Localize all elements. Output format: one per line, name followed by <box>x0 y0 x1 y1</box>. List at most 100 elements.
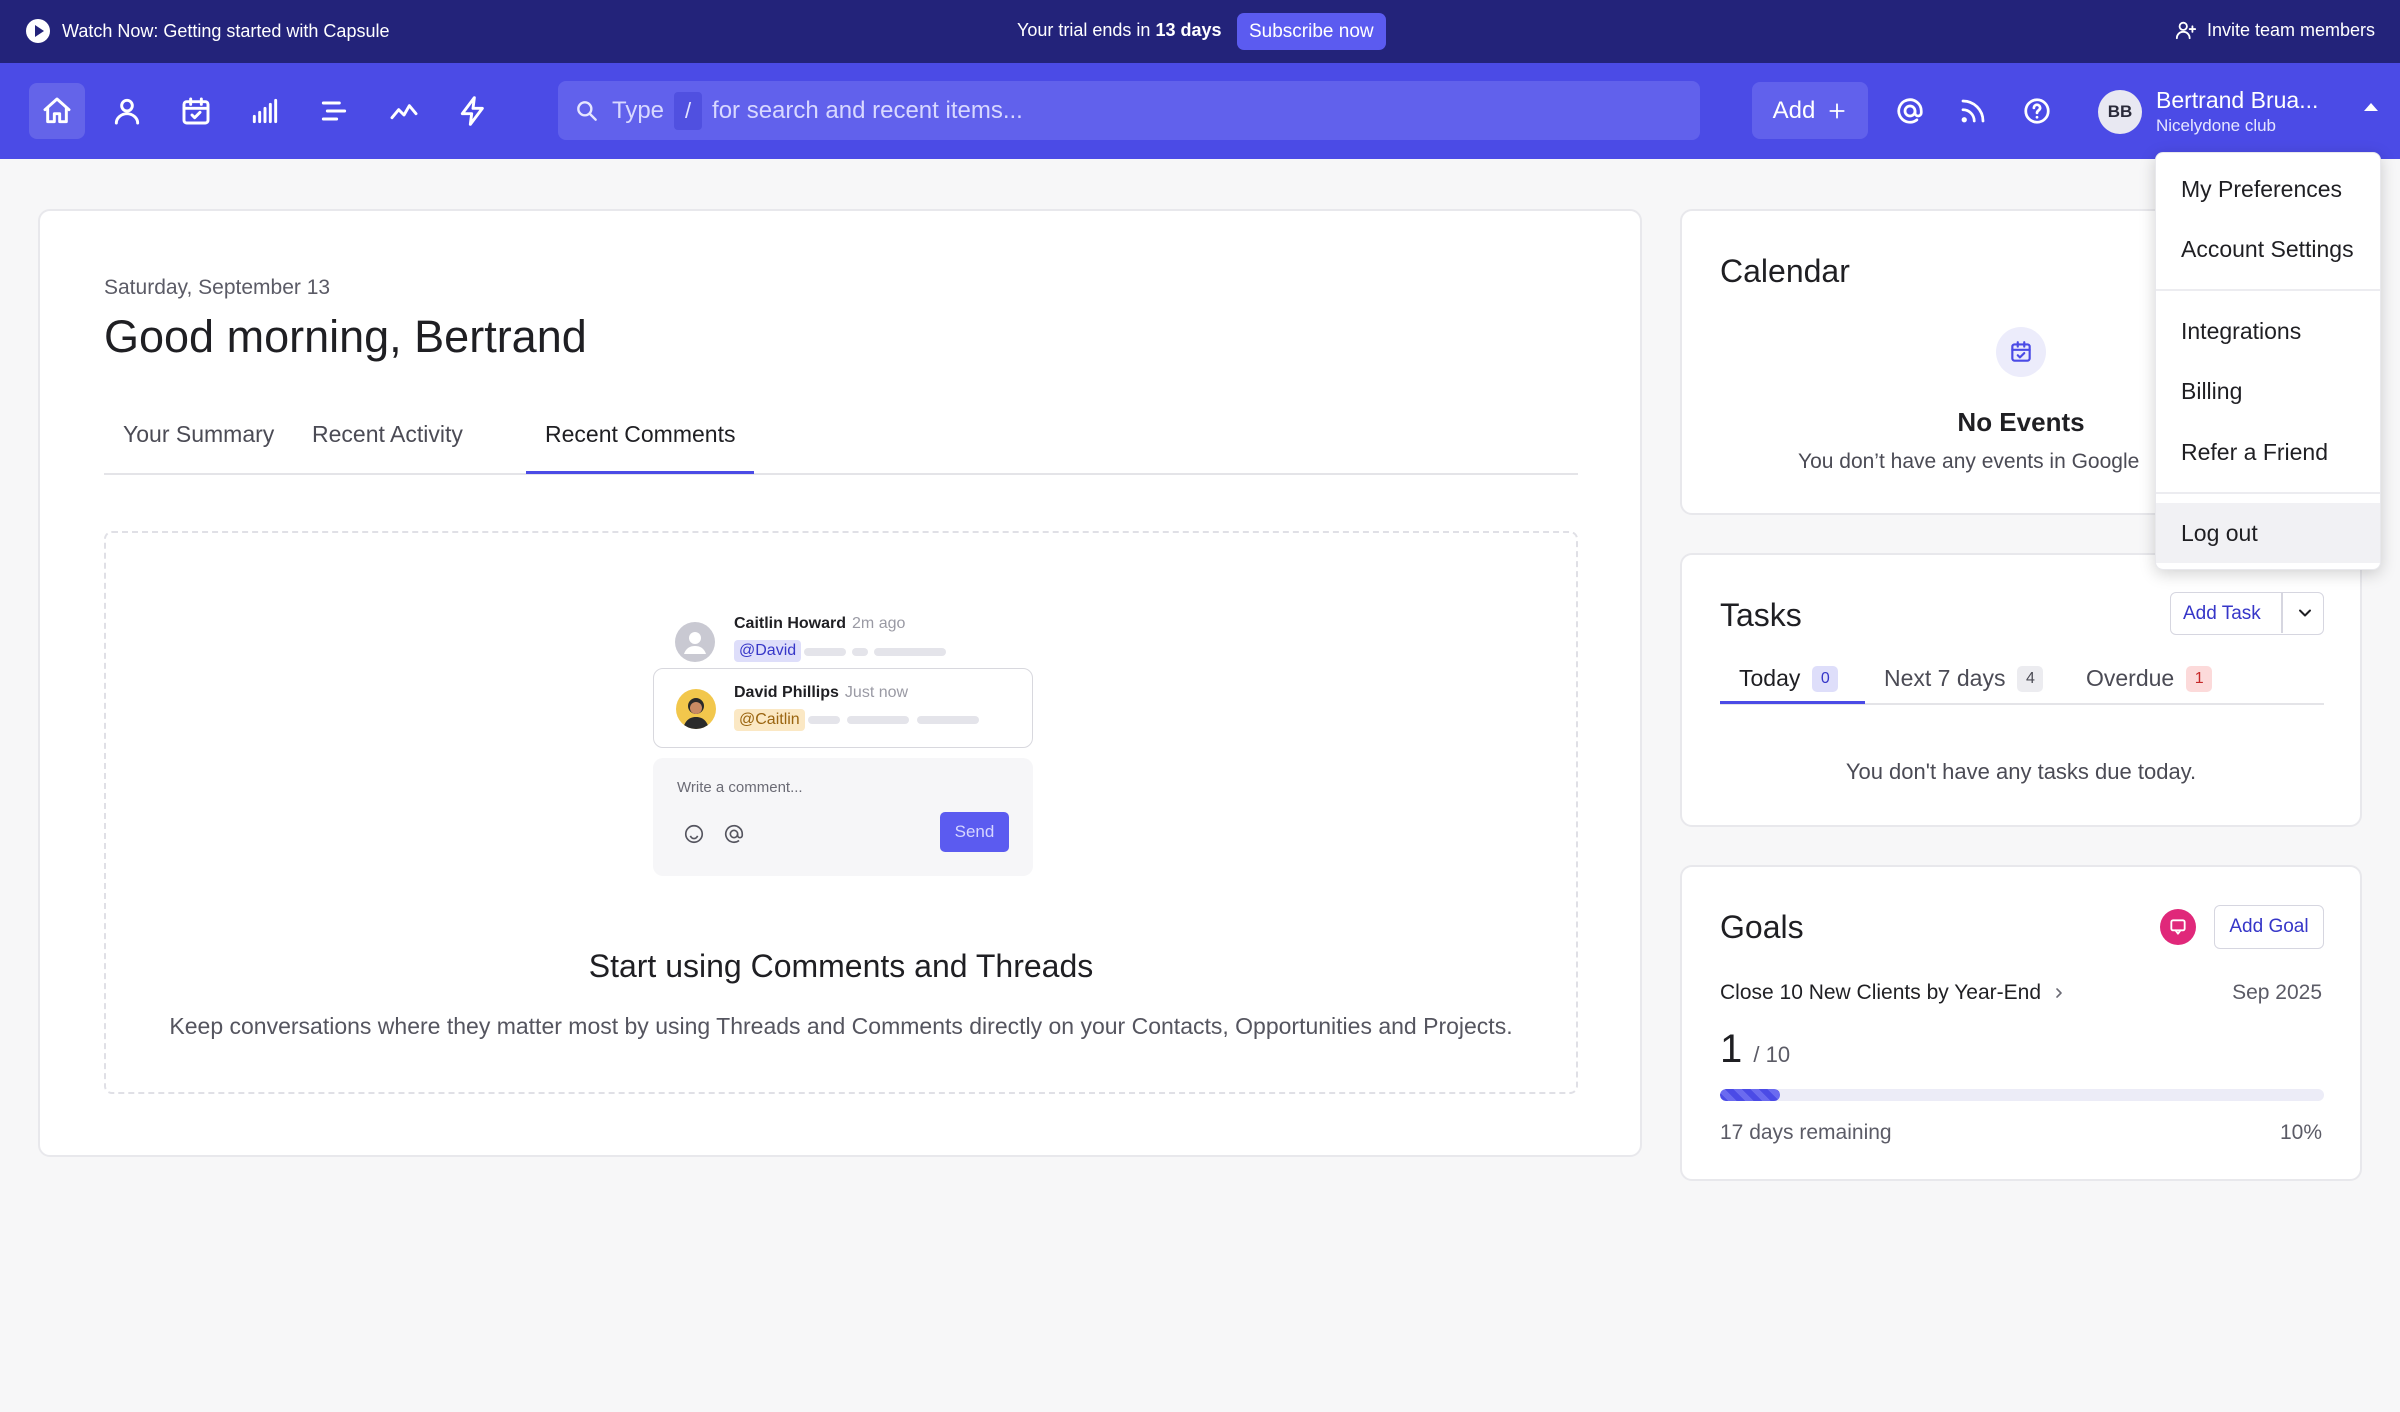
goal-percent: 10% <box>2279 1121 2322 1144</box>
goal-progress-fill <box>1720 1089 1781 1101</box>
trend-icon <box>390 104 418 120</box>
comment-author: David Phillips Just now <box>734 684 908 702</box>
add-task-label: Add Task <box>2183 603 2261 624</box>
help-button[interactable] <box>2009 83 2065 139</box>
active-tab-indicator <box>1720 701 1865 704</box>
caret-up-icon <box>2364 103 2378 111</box>
user-dropdown-menu: My Preferences Account Settings Integrat… <box>2155 152 2381 570</box>
search-input[interactable]: Type / for search and recent items... <box>558 81 1700 140</box>
menu-item-refer-a-friend[interactable]: Refer a Friend <box>2156 422 2380 482</box>
person-icon <box>114 98 140 125</box>
current-date: Saturday, September 13 <box>104 276 331 299</box>
empty-state-title: Start using Comments and Threads <box>588 948 1094 984</box>
tab-label: Overdue <box>2086 665 2175 691</box>
count-badge: 0 <box>1812 665 1839 692</box>
empty-state-description: Keep conversations where they matter mos… <box>169 1013 1513 1039</box>
task-tabs: Today 0 Next 7 days 4 Overdue 1 <box>1720 639 2324 705</box>
person-icon <box>684 632 706 654</box>
menu-item-my-preferences[interactable]: My Preferences <box>2156 159 2380 219</box>
menu-item-integrations[interactable]: Integrations <box>2156 301 2380 361</box>
goal-target: / 10 <box>1753 1042 1791 1067</box>
invite-label: Invite team members <box>2206 19 2375 40</box>
add-task-button[interactable]: Add Task <box>2170 592 2324 635</box>
search-icon <box>577 100 597 121</box>
count-badge: 1 <box>2186 665 2213 692</box>
at-sign-icon <box>1897 98 1923 124</box>
tab-label: Next 7 days <box>1884 665 2006 691</box>
calendar-icon <box>1996 327 2046 377</box>
nav-calendar[interactable] <box>168 83 224 139</box>
nav-projects[interactable] <box>306 83 362 139</box>
menu-item-billing[interactable]: Billing <box>2156 361 2380 421</box>
calendar-title: Calendar <box>1720 253 1850 289</box>
count-badge: 4 <box>2017 665 2044 692</box>
person-photo-icon <box>683 698 709 729</box>
goal-progress-count: 1 / 10 <box>1720 1027 1790 1072</box>
empty-state: Caitlin Howard 2m ago @David David Philli… <box>104 531 1578 1094</box>
nav-pipeline[interactable] <box>237 83 293 139</box>
rss-icon <box>1961 99 1985 123</box>
chat-icon <box>2170 919 2186 935</box>
search-shortcut-key: / <box>674 91 703 130</box>
at-sign-icon <box>724 824 744 844</box>
calendar-check-icon <box>2011 341 2031 362</box>
add-user-icon <box>2175 21 2197 40</box>
add-goal-button[interactable]: Add Goal <box>2214 905 2324 949</box>
mention-badge: @David <box>734 640 802 662</box>
goal-name: Close 10 New Clients by Year-End <box>1720 981 2042 1004</box>
reply-card: David Phillips Just now @Caitlin <box>653 668 1033 748</box>
comment-author-name: David Phillips <box>734 684 839 701</box>
tab-overdue[interactable]: Overdue 1 <box>2086 665 2213 692</box>
play-icon <box>26 19 50 43</box>
nav-home[interactable] <box>29 83 85 139</box>
avatar <box>675 622 715 662</box>
home-summary-card: Saturday, September 13 Good morning, Ber… <box>38 209 1642 1157</box>
watch-now-link[interactable]: Watch Now: Getting started with Capsule <box>26 19 389 43</box>
search-type-text: Type <box>612 96 665 124</box>
button-divider <box>2281 593 2283 633</box>
invite-team-button[interactable]: Invite team members <box>2175 19 2375 41</box>
feed-button[interactable] <box>1945 83 2001 139</box>
trial-notice: Your trial ends in 13 days <box>1017 20 1222 41</box>
menu-item-account-settings[interactable]: Account Settings <box>2156 219 2380 279</box>
tasks-card: Tasks Add Task Today 0 Next 7 days 4 Ove… <box>1680 553 2362 827</box>
subscribe-button[interactable]: Subscribe now <box>1237 13 1386 50</box>
summary-tabs: Your Summary Recent Activity Recent Comm… <box>104 411 1578 475</box>
chevron-down-icon[interactable] <box>2295 603 2315 623</box>
tasks-empty-message: You don't have any tasks due today. <box>1845 759 2197 784</box>
goal-link[interactable]: Close 10 New Clients by Year-End <box>1720 981 2067 1005</box>
placeholder-line <box>804 648 846 656</box>
mention-badge: @Caitlin <box>734 709 805 731</box>
placeholder-line <box>808 716 840 724</box>
user-org: Nicelydone club <box>2156 116 2277 135</box>
user-name: Bertrand Brua... <box>2156 87 2319 113</box>
nav-workflow[interactable] <box>445 83 501 139</box>
nav-contacts[interactable] <box>99 83 155 139</box>
tab-today[interactable]: Today 0 <box>1739 665 1839 692</box>
tab-your-summary[interactable]: Your Summary <box>123 421 274 448</box>
composer-placeholder: Write a comment... <box>677 779 803 796</box>
nav-reports[interactable] <box>376 83 432 139</box>
main-nav: Type / for search and recent items... Ad… <box>0 63 2400 159</box>
feedback-button[interactable] <box>2160 909 2196 945</box>
goal-progress-bar <box>1720 1089 2324 1101</box>
calendar-check-icon <box>182 97 210 125</box>
user-menu-button[interactable]: BB Bertrand Brua... Nicelydone club <box>2098 83 2378 139</box>
comment-composer: Write a comment... Send <box>653 758 1033 876</box>
plus-icon <box>1829 102 1845 119</box>
goal-current: 1 <box>1720 1027 1743 1071</box>
menu-divider <box>2156 289 2380 291</box>
active-tab-indicator <box>526 471 754 474</box>
mentions-button[interactable] <box>1882 83 1938 139</box>
trial-prefix: Your trial ends in <box>1017 20 1151 40</box>
menu-item-log-out[interactable]: Log out <box>2156 503 2380 563</box>
bar-chart-icon <box>252 98 278 124</box>
tab-next-7-days[interactable]: Next 7 days 4 <box>1884 665 2044 692</box>
tab-recent-activity[interactable]: Recent Activity <box>312 421 463 448</box>
add-button[interactable]: Add <box>1752 82 1868 139</box>
home-icon <box>43 97 71 124</box>
help-icon <box>2024 98 2050 124</box>
tab-recent-comments[interactable]: Recent Comments <box>545 421 735 448</box>
goals-title: Goals <box>1720 909 1804 945</box>
tasks-title: Tasks <box>1720 597 1802 633</box>
